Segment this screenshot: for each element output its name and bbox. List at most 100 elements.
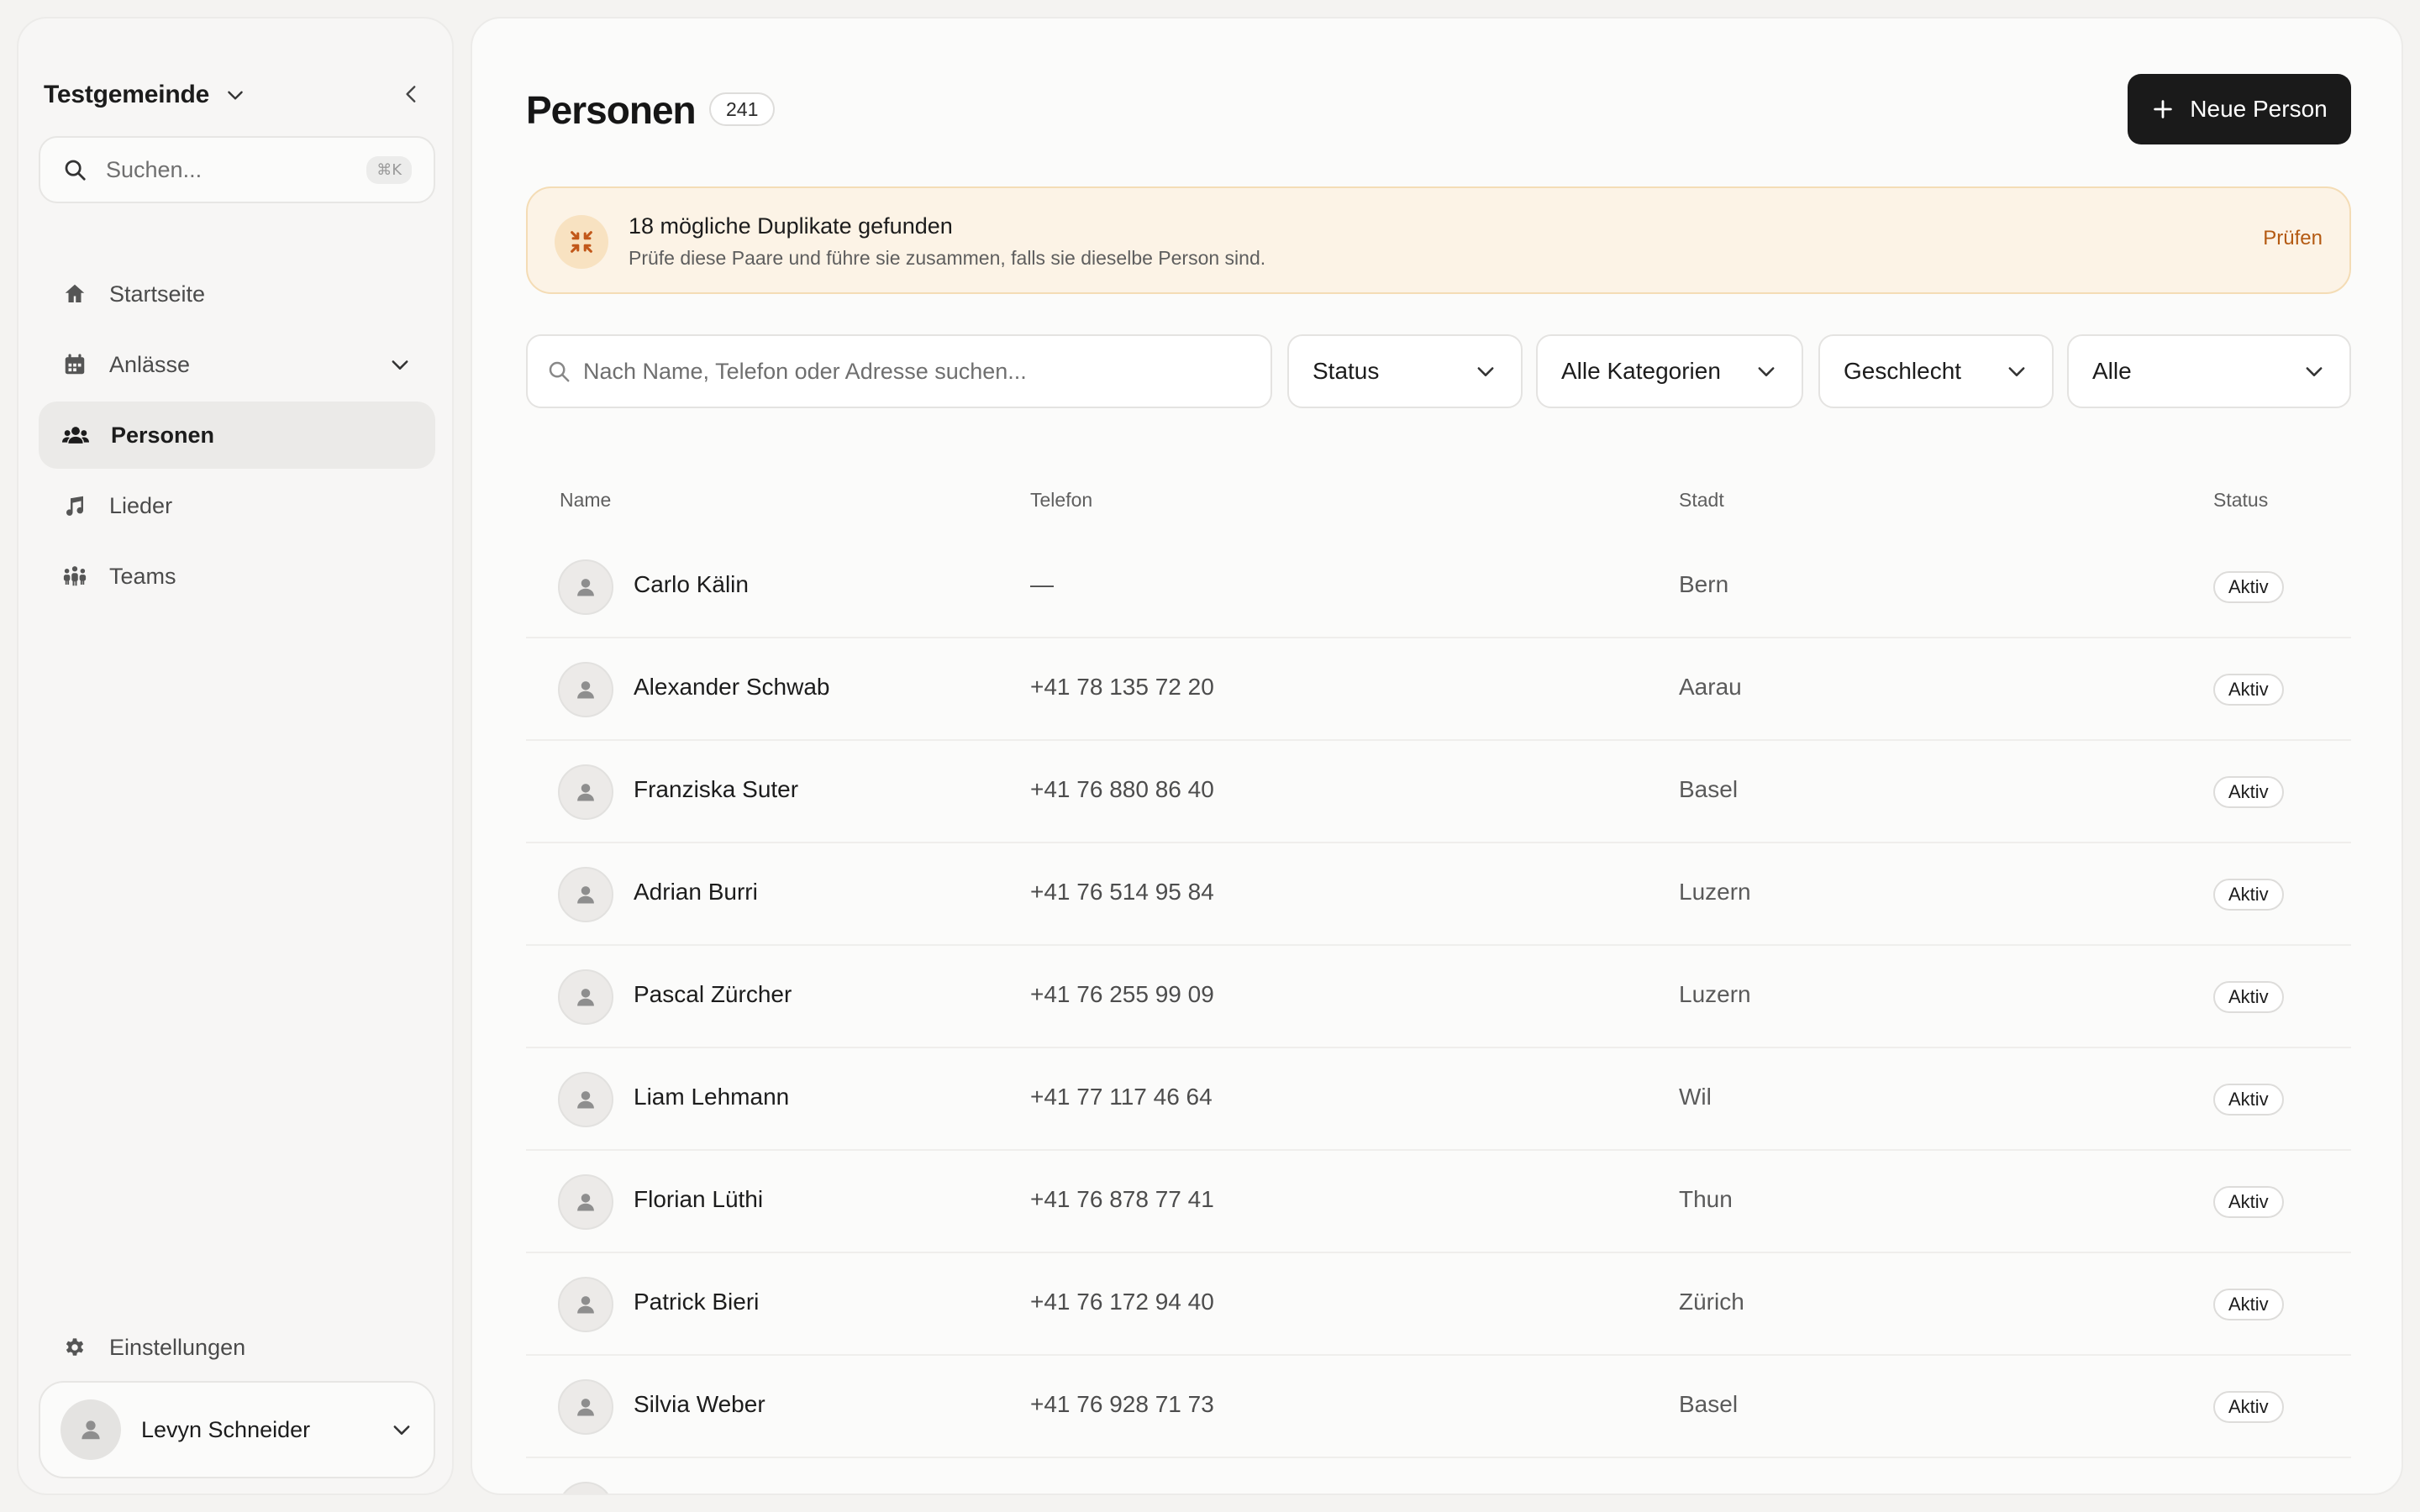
persons-table: Name Telefon Stadt Status Carlo Kälin — …	[526, 464, 2351, 1495]
sidebar-search[interactable]: Suchen... ⌘K	[39, 136, 435, 203]
person-name: Adrian Burri	[634, 879, 758, 905]
table-row[interactable]: Pascal Zürcher +41 76 255 99 09 Luzern A…	[526, 946, 2351, 1048]
table-body: Carlo Kälin — Bern Aktiv Alexander Schwa…	[526, 536, 2351, 1495]
new-person-button[interactable]: Neue Person	[2128, 74, 2351, 144]
avatar	[558, 662, 613, 717]
all-filter-select[interactable]: Alle	[2067, 334, 2351, 408]
user-icon	[78, 1417, 103, 1442]
column-header-name[interactable]: Name	[560, 489, 611, 512]
chevron-down-icon	[390, 1418, 413, 1441]
column-header-phone[interactable]: Telefon	[1030, 489, 1092, 512]
chevron-left-icon	[401, 83, 423, 105]
person-name: Alexander Schwab	[634, 674, 830, 700]
page-title: Personen	[526, 88, 697, 132]
status-badge: Aktiv	[2213, 674, 2284, 706]
avatar	[558, 1174, 613, 1230]
table-row[interactable]: Franziska Suter +41 76 880 86 40 Basel A…	[526, 741, 2351, 843]
workspace-name: Testgemeinde	[44, 81, 210, 108]
status-badge: Aktiv	[2213, 571, 2284, 603]
user-icon	[574, 1088, 597, 1111]
column-header-status[interactable]: Status	[2213, 489, 2268, 512]
status-filter-label: Status	[1313, 358, 1380, 384]
person-search-input[interactable]: Nach Name, Telefon oder Adresse suchen..…	[526, 334, 1272, 408]
avatar	[558, 969, 613, 1025]
user-icon	[574, 575, 597, 599]
sidebar-item-label: Anlässe	[109, 351, 191, 377]
teams-icon	[62, 564, 87, 589]
chevron-down-icon	[2005, 360, 2028, 383]
sidebar-item-startseite[interactable]: Startseite	[39, 260, 435, 328]
status-badge: Aktiv	[2213, 981, 2284, 1013]
table-row[interactable]: Liam Lehmann +41 77 117 46 64 Wil Aktiv	[526, 1048, 2351, 1151]
chevron-down-icon	[1754, 360, 1778, 383]
status-badge: Aktiv	[2213, 1289, 2284, 1320]
review-duplicates-link[interactable]: Prüfen	[2263, 227, 2323, 250]
users-icon	[62, 423, 89, 448]
user-menu[interactable]: Levyn Schneider	[39, 1381, 435, 1478]
table-row[interactable]: Alexander Schwab +41 78 135 72 20 Aarau …	[526, 638, 2351, 741]
sidebar-item-personen[interactable]: Personen	[39, 402, 435, 469]
person-name: Silvia Weber	[634, 1391, 765, 1417]
sidebar-item-lieder[interactable]: Lieder	[39, 472, 435, 539]
all-filter-label: Alle	[2092, 358, 2132, 384]
person-city: Wil	[1679, 1084, 1712, 1110]
sidebar-item-label: Einstellungen	[109, 1334, 246, 1360]
avatar	[558, 1482, 613, 1494]
new-person-label: Neue Person	[2190, 96, 2328, 122]
keyboard-shortcut-badge: ⌘K	[366, 155, 412, 184]
person-city: Aarau	[1679, 674, 1742, 700]
avatar	[558, 764, 613, 820]
table-row[interactable]: Adrian Burri +41 76 514 95 84 Luzern Akt…	[526, 843, 2351, 946]
avatar	[60, 1399, 121, 1460]
column-header-city[interactable]: Stadt	[1679, 489, 1724, 512]
gender-filter-label: Geschlecht	[1844, 358, 1962, 384]
gender-filter-select[interactable]: Geschlecht	[1818, 334, 2054, 408]
table-row[interactable]: Silvia Weber +41 76 928 71 73 Basel Akti…	[526, 1356, 2351, 1458]
sidebar-item-label: Personen	[111, 422, 215, 448]
person-phone: +41 77 117 46 64	[1030, 1084, 1213, 1110]
chevron-down-icon	[224, 84, 246, 106]
person-city: Basel	[1679, 776, 1739, 802]
sidebar-item-anlaesse[interactable]: Anlässe	[39, 331, 435, 398]
collapse-sidebar-button[interactable]	[395, 77, 429, 111]
duplicates-banner: 18 mögliche Duplikate gefunden Prüfe die…	[526, 186, 2351, 294]
table-header: Name Telefon Stadt Status	[526, 464, 2351, 536]
search-icon	[62, 157, 87, 182]
avatar	[558, 1072, 613, 1127]
table-row[interactable]: Patrick Bieri +41 76 172 94 40 Zürich Ak…	[526, 1253, 2351, 1356]
person-phone: +41 78 444 26 29	[1030, 1494, 1214, 1495]
person-phone: +41 76 255 99 09	[1030, 981, 1214, 1007]
gear-icon	[62, 1335, 87, 1360]
table-row[interactable]: Chiara Blaser +41 78 444 26 29 Bern Akti…	[526, 1458, 2351, 1495]
person-phone: —	[1030, 571, 1054, 597]
sidebar-item-einstellungen[interactable]: Einstellungen	[39, 1314, 435, 1381]
user-icon	[574, 1293, 597, 1316]
status-badge: Aktiv	[2213, 1494, 2284, 1495]
person-city: Thun	[1679, 1186, 1733, 1212]
filter-bar: Nach Name, Telefon oder Adresse suchen..…	[526, 334, 2351, 408]
table-row[interactable]: Carlo Kälin — Bern Aktiv	[526, 536, 2351, 638]
main-navigation: Startseite Anlässe Personen Lieder Teams	[39, 260, 435, 613]
category-filter-select[interactable]: Alle Kategorien	[1536, 334, 1803, 408]
person-phone: +41 76 880 86 40	[1030, 776, 1214, 802]
status-badge: Aktiv	[2213, 879, 2284, 911]
person-search-placeholder: Nach Name, Telefon oder Adresse suchen..…	[583, 358, 1027, 384]
person-city: Luzern	[1679, 879, 1751, 905]
sidebar: Testgemeinde Suchen... ⌘K Startseite Anl…	[17, 17, 454, 1495]
chevron-down-icon	[2302, 360, 2326, 383]
sidebar-item-label: Teams	[109, 563, 176, 589]
status-badge: Aktiv	[2213, 776, 2284, 808]
person-phone: +41 76 878 77 41	[1030, 1186, 1214, 1212]
workspace-switcher[interactable]: Testgemeinde	[44, 74, 246, 116]
person-name: Patrick Bieri	[634, 1289, 760, 1315]
person-count-badge: 241	[709, 92, 776, 126]
avatar	[558, 1379, 613, 1435]
person-name: Chiara Blaser	[634, 1494, 776, 1495]
status-filter-select[interactable]: Status	[1287, 334, 1523, 408]
sidebar-item-teams[interactable]: Teams	[39, 543, 435, 610]
duplicates-subtitle: Prüfe diese Paare und führe sie zusammen…	[629, 247, 1266, 269]
avatar	[558, 1277, 613, 1332]
table-row[interactable]: Florian Lüthi +41 76 878 77 41 Thun Akti…	[526, 1151, 2351, 1253]
person-city: Basel	[1679, 1391, 1739, 1417]
user-icon	[574, 780, 597, 804]
